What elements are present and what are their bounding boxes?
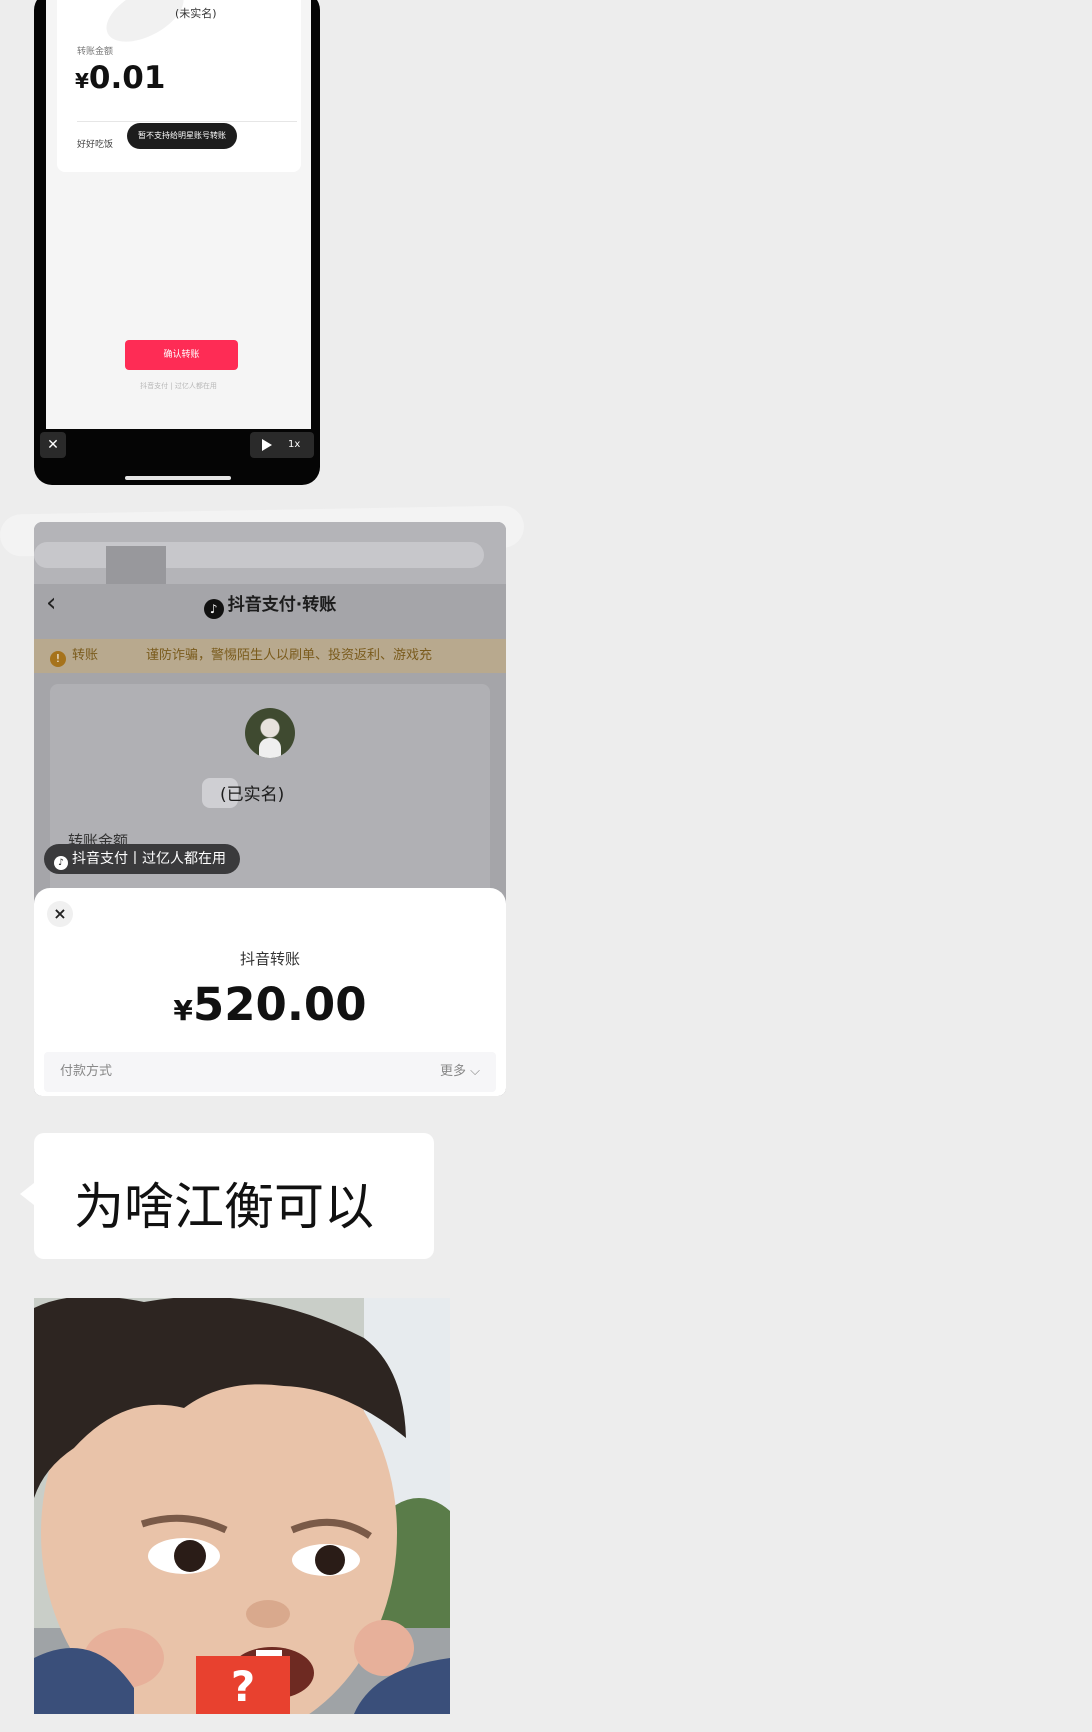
divider: [77, 121, 297, 122]
sticker-illustration: [34, 1298, 450, 1714]
confirm-transfer-button[interactable]: 确认转账: [125, 340, 238, 370]
play-icon[interactable]: [262, 439, 272, 451]
recording-screen: (未实名) 转账金额 ¥0.01 好好吃饭 暂不支持给明星账号转账 确认转账 抖…: [46, 0, 311, 429]
text-message-bubble[interactable]: 为啥江衡可以: [20, 1133, 434, 1259]
message-text: 为啥江衡可以: [74, 1178, 374, 1236]
payment-footer: 抖音支付 | 过亿人都在用: [140, 382, 217, 390]
payment-screenshot-message[interactable]: ‹ ♪ 抖音支付·转账 ! 转账 谨防诈骗，警惕陌生人以刷单、投资返利、游戏充 (已实…: [34, 522, 506, 1096]
question-mark-icon: ?: [196, 1656, 290, 1714]
amount-value: 520.00: [192, 978, 367, 1031]
sheet-title: 抖音转账: [239, 950, 300, 968]
more-options-link[interactable]: 更多 ⌵: [440, 1052, 480, 1092]
page-title: ♪ 抖音支付·转账: [34, 590, 506, 619]
home-indicator: [125, 476, 231, 480]
crying-child-sticker[interactable]: ?: [34, 1298, 450, 1714]
playback-controls[interactable]: 1x: [250, 432, 314, 458]
error-toast: 暂不支持给明星账号转账: [127, 123, 237, 149]
douyin-logo-icon: ♪: [203, 599, 224, 619]
transfer-amount: ¥0.01: [75, 60, 165, 96]
avatar: [245, 708, 295, 758]
close-icon[interactable]: ×: [47, 901, 73, 927]
transfer-card: (未实名) 转账金额 ¥0.01 好好吃饭 暂不支持给明星账号转账: [57, 0, 301, 172]
payment-sheet: × 抖音转账 ¥520.00 付款方式 更多 ⌵: [34, 888, 506, 1096]
fraud-warning-banner: ! 转账 谨防诈骗，警惕陌生人以刷单、投资返利、游戏充: [34, 639, 506, 673]
screen-recording-message[interactable]: (未实名) 转账金额 ¥0.01 好好吃饭 暂不支持给明星账号转账 确认转账 抖…: [34, 0, 320, 485]
currency-symbol: ¥: [75, 69, 89, 93]
alert-icon: !: [50, 651, 66, 667]
payment-badge: ♪ 抖音支付丨过亿人都在用: [44, 844, 240, 874]
verified-label: (已实名): [220, 785, 285, 805]
unverified-label: (未实名): [175, 7, 217, 20]
close-icon[interactable]: ✕: [40, 432, 66, 458]
sheet-amount: ¥520.00: [34, 978, 506, 1031]
payment-method-row[interactable]: 付款方式 更多 ⌵: [44, 1052, 496, 1092]
currency-symbol: ¥: [173, 994, 193, 1027]
douyin-logo-icon: ♪: [54, 856, 68, 870]
amount-value: 0.01: [88, 60, 166, 96]
payment-method-label: 付款方式: [60, 1064, 113, 1079]
playback-speed[interactable]: 1x: [288, 432, 300, 458]
transfer-note: 好好吃饭: [77, 140, 114, 150]
amount-label: 转账金额: [77, 47, 114, 57]
status-bar-redaction: [34, 522, 506, 584]
